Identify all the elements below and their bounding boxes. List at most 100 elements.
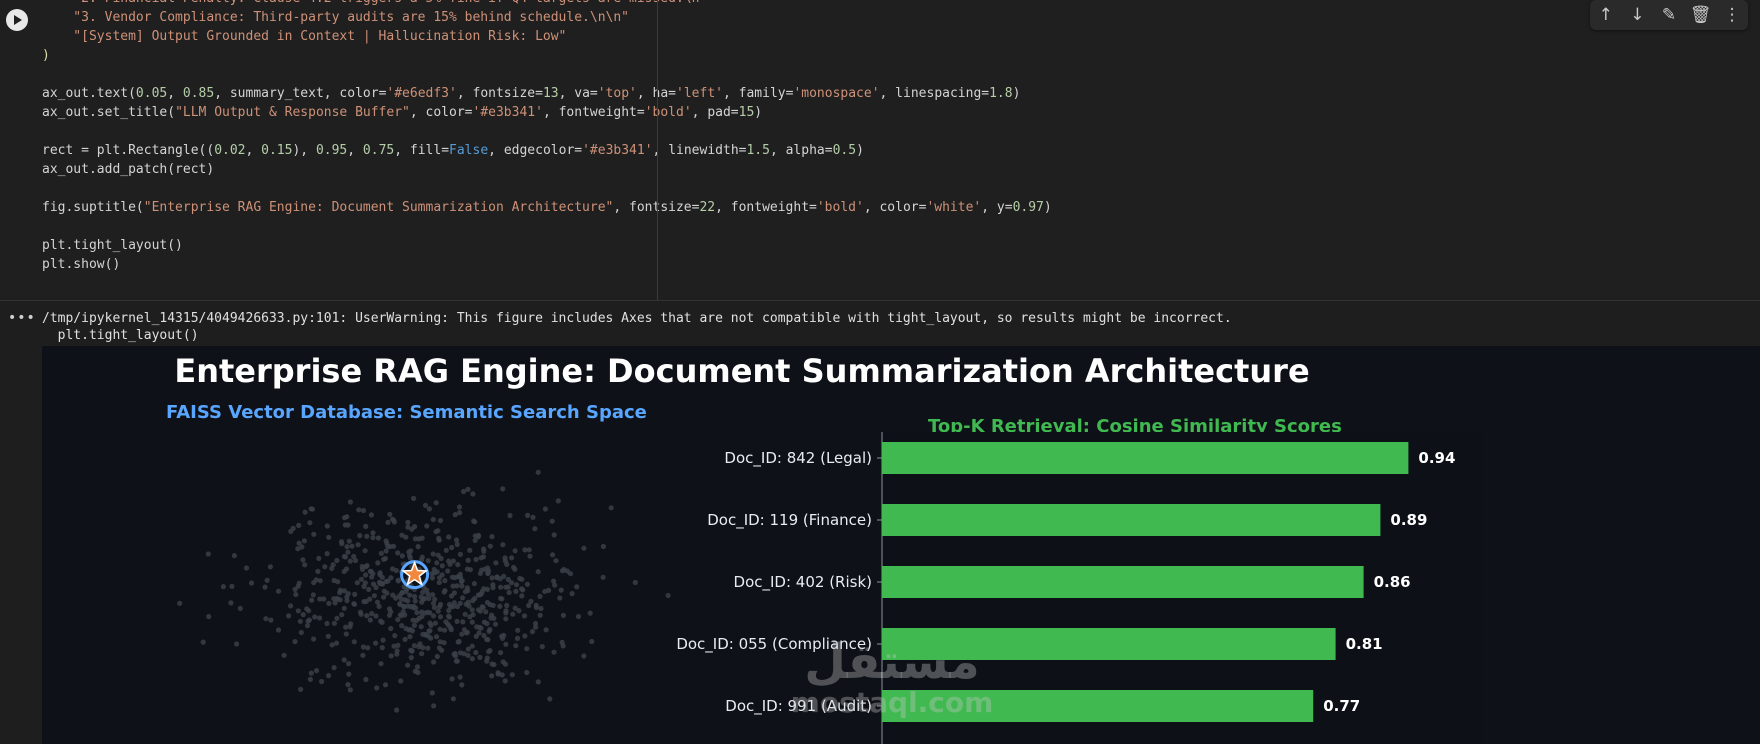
embedding-point bbox=[500, 486, 506, 492]
output-figure: Enterprise RAG Engine: Document Summariz… bbox=[42, 346, 1760, 744]
cell-divider bbox=[0, 300, 1760, 301]
embedding-point bbox=[479, 567, 485, 573]
embedding-point bbox=[487, 626, 493, 633]
embedding-point bbox=[437, 626, 443, 632]
embedding-point bbox=[360, 507, 367, 514]
embedding-point bbox=[551, 649, 557, 655]
embedding-point bbox=[412, 593, 418, 600]
embedding-point bbox=[487, 648, 493, 654]
embedding-point bbox=[500, 659, 506, 665]
embedding-point bbox=[358, 576, 364, 582]
embedding-point bbox=[325, 633, 331, 639]
embedding-point bbox=[364, 613, 370, 619]
code-cell[interactable]: "2. Financial Penalty: Clause 4.2 trigge… bbox=[0, 0, 1760, 300]
embedding-point bbox=[388, 575, 394, 581]
embedding-point bbox=[395, 642, 401, 648]
embedding-point bbox=[552, 582, 558, 588]
embedding-point bbox=[515, 627, 521, 633]
embedding-point bbox=[509, 555, 515, 561]
embedding-point bbox=[416, 536, 422, 542]
code-line: ax_out.text(0.05, 0.85, summary_text, co… bbox=[42, 86, 1021, 101]
category-label: Doc_ID: 119 (Finance) bbox=[707, 511, 872, 530]
embedding-point bbox=[437, 639, 443, 645]
embedding-point bbox=[459, 583, 465, 589]
code-line: "3. Vendor Compliance: Third-party audit… bbox=[42, 10, 629, 25]
code-line: ) bbox=[42, 48, 50, 63]
embedding-point bbox=[535, 569, 541, 575]
embedding-point bbox=[397, 612, 403, 618]
embedding-point bbox=[302, 562, 308, 568]
embedding-point bbox=[436, 645, 442, 651]
embedding-point bbox=[301, 538, 307, 544]
watermark-latin: mostaql.com bbox=[790, 686, 994, 719]
embedding-point bbox=[449, 676, 455, 682]
embedding-point bbox=[263, 616, 269, 622]
embedding-point bbox=[399, 623, 405, 629]
embedding-point bbox=[555, 498, 561, 504]
embedding-point bbox=[408, 548, 414, 554]
embedding-point bbox=[449, 574, 455, 580]
embedding-point bbox=[419, 599, 425, 605]
code-editor[interactable]: "2. Financial Penalty: Clause 4.2 trigge… bbox=[42, 0, 1052, 274]
embedding-point bbox=[317, 615, 323, 621]
embedding-point bbox=[459, 631, 465, 637]
embedding-point bbox=[300, 612, 306, 618]
embedding-point bbox=[465, 646, 471, 652]
embedding-point bbox=[480, 554, 486, 560]
embedding-point bbox=[405, 662, 411, 668]
embedding-point bbox=[286, 613, 292, 619]
embedding-point bbox=[489, 673, 495, 679]
cell-toolbar: ↑ ↓ ✎ 🗑 ⋮ bbox=[1590, 0, 1748, 30]
edit-wand-icon[interactable]: ✎ bbox=[1655, 5, 1683, 25]
embedding-point bbox=[345, 682, 351, 688]
embedding-point bbox=[347, 558, 353, 564]
embedding-point bbox=[529, 629, 536, 635]
embedding-point bbox=[367, 596, 373, 602]
embedding-point bbox=[362, 580, 368, 586]
arrow-down-icon[interactable]: ↓ bbox=[1623, 5, 1651, 25]
delete-icon[interactable]: 🗑 bbox=[1687, 5, 1715, 25]
embedding-point bbox=[463, 601, 469, 607]
embedding-point bbox=[513, 582, 520, 588]
embedding-point bbox=[351, 639, 357, 645]
embedding-point bbox=[455, 574, 461, 580]
embedding-point bbox=[394, 648, 400, 654]
embedding-point bbox=[449, 593, 455, 599]
embedding-point bbox=[377, 572, 383, 578]
embedding-point bbox=[456, 504, 463, 510]
embedding-point bbox=[345, 549, 351, 555]
run-cell-button[interactable] bbox=[6, 9, 28, 31]
embedding-point bbox=[535, 679, 541, 685]
embedding-point bbox=[527, 553, 533, 559]
embedding-point bbox=[367, 617, 373, 623]
embedding-point bbox=[392, 633, 398, 639]
embedding-point bbox=[364, 563, 370, 569]
embedding-point bbox=[513, 588, 519, 594]
embedding-point bbox=[457, 551, 463, 557]
embedding-point bbox=[403, 589, 409, 595]
embedding-point bbox=[205, 551, 211, 557]
embedding-point bbox=[469, 607, 475, 613]
embedding-point bbox=[467, 614, 473, 620]
embedding-point bbox=[471, 518, 477, 524]
embedding-point bbox=[480, 604, 486, 610]
embedding-point bbox=[432, 596, 438, 602]
embedding-point bbox=[368, 512, 374, 518]
arrow-up-icon[interactable]: ↑ bbox=[1592, 5, 1620, 25]
embedding-point bbox=[512, 566, 518, 572]
embedding-point bbox=[388, 625, 394, 632]
output-menu-icon[interactable]: ••• bbox=[8, 310, 36, 326]
embedding-point bbox=[331, 665, 337, 671]
embedding-point bbox=[326, 534, 332, 540]
value-label: 0.89 bbox=[1390, 511, 1427, 529]
embedding-point bbox=[419, 609, 425, 615]
embedding-point bbox=[494, 574, 500, 580]
embedding-point bbox=[379, 645, 385, 651]
embedding-point bbox=[370, 530, 376, 536]
embedding-point bbox=[549, 518, 555, 524]
code-line: "2. Financial Penalty: Clause 4.2 trigge… bbox=[42, 0, 1052, 8]
embedding-point bbox=[524, 669, 530, 676]
value-label: 0.81 bbox=[1346, 635, 1383, 653]
more-vert-icon[interactable]: ⋮ bbox=[1718, 5, 1746, 25]
